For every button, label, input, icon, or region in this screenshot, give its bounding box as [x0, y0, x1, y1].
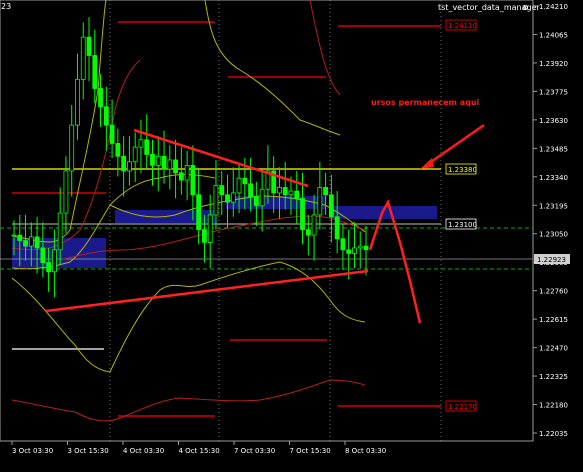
candle-body [207, 214, 213, 243]
price-tick-label: 1.23920 [539, 60, 568, 68]
candle-body [225, 194, 230, 203]
candle-body [363, 245, 369, 251]
price-tick-label: 1.23630 [539, 117, 568, 125]
current-price-label: 1.22923 [537, 256, 566, 264]
time-tick-label: 7 Oct 03:30 [234, 447, 275, 455]
price-tick-label: 1.24065 [539, 31, 568, 39]
candle-body [253, 196, 259, 207]
candle-body [103, 106, 109, 126]
time-tick-label: 7 Oct 15:30 [290, 447, 331, 455]
candle-body [144, 139, 150, 155]
time-tick-label: 4 Oct 15:30 [179, 447, 220, 455]
candle-body [86, 36, 92, 56]
candle-body [288, 190, 294, 196]
candle-body [305, 229, 311, 236]
price-tick-label: 1.22615 [539, 316, 568, 324]
candle-body [236, 177, 242, 194]
candle-body [161, 155, 167, 170]
candle-body [28, 236, 34, 247]
price-tick-label: 1.24210 [539, 3, 568, 11]
candle-body [167, 159, 173, 170]
candle-body [242, 177, 248, 185]
candle-body [150, 154, 155, 166]
candle-body [51, 249, 57, 273]
candle-body [277, 187, 282, 194]
price-tick-label: 1.22180 [539, 402, 568, 410]
candle-body [173, 159, 178, 174]
chart-background [0, 0, 583, 472]
zone-rect [226, 196, 326, 209]
candle-body [57, 212, 63, 251]
candle-body [282, 187, 288, 196]
candle-body [17, 234, 23, 241]
price-tick-label: 1.23050 [539, 231, 568, 239]
candle-body [23, 240, 28, 247]
candle-body [202, 229, 207, 243]
candle-body [334, 216, 340, 240]
time-tick-label: 8 Oct 03:30 [345, 447, 386, 455]
candle-body [132, 146, 138, 163]
candle-body [115, 143, 121, 157]
candle-body [259, 188, 265, 207]
candle-body [196, 194, 202, 230]
candle-body [300, 198, 305, 230]
corner-label: 23 [1, 2, 11, 11]
candle-body [213, 185, 219, 216]
price-tick-label: 1.22325 [539, 373, 568, 381]
candle-body [357, 245, 363, 249]
level-label: 1.24110 [448, 22, 477, 30]
candle-body [63, 170, 69, 214]
price-tick-label: 1.23195 [539, 202, 568, 210]
candle-body [294, 190, 300, 199]
level-label: 1.23100 [448, 221, 477, 229]
annotation-text: ursos permanecem aqui [371, 98, 480, 107]
candle-body [190, 165, 196, 196]
candle-body [155, 155, 161, 166]
price-tick-label: 1.22470 [539, 345, 568, 353]
candle-body [346, 249, 352, 254]
candle-body [69, 124, 75, 172]
candle-body [109, 124, 115, 144]
candle-body [340, 238, 346, 251]
candle-body [98, 88, 103, 108]
candle-body [328, 194, 334, 218]
candle-body [230, 192, 236, 203]
price-tick-label: 1.23485 [539, 145, 568, 153]
price-tick-label: 1.22760 [539, 288, 568, 296]
candle-body [219, 185, 225, 196]
candle-body [127, 161, 132, 172]
price-tick-label: 1.23775 [539, 88, 568, 96]
candle-body [178, 172, 184, 181]
candle-body [75, 78, 80, 126]
candle-body [11, 234, 17, 237]
level-label: 1.23380 [448, 166, 477, 174]
price-tick-label: 1.22035 [539, 430, 568, 438]
candle-body [40, 247, 46, 263]
candle-body [317, 187, 323, 216]
time-tick-label: 4 Oct 03:30 [123, 447, 164, 455]
time-tick-label: 3 Oct 03:30 [12, 447, 53, 455]
close-icon[interactable]: ⊗ [522, 3, 529, 12]
level-label: 1.22170 [448, 403, 477, 411]
candle-body [248, 183, 253, 197]
candle-body [352, 247, 357, 254]
candle-body [34, 236, 40, 249]
candle-body [46, 262, 52, 273]
candle-body [184, 165, 190, 181]
candle-body [121, 155, 127, 172]
price-chart[interactable]: ursos permanecem aqui 1.24110 1.23380 1.… [0, 0, 583, 472]
price-tick-label: 1.23340 [539, 174, 568, 182]
candle-body [92, 55, 98, 89]
candle-body [80, 36, 86, 80]
candle-body [138, 139, 144, 148]
candle-body [323, 187, 329, 196]
candle-body [311, 214, 317, 236]
time-tick-label: 3 Oct 15:30 [68, 447, 109, 455]
